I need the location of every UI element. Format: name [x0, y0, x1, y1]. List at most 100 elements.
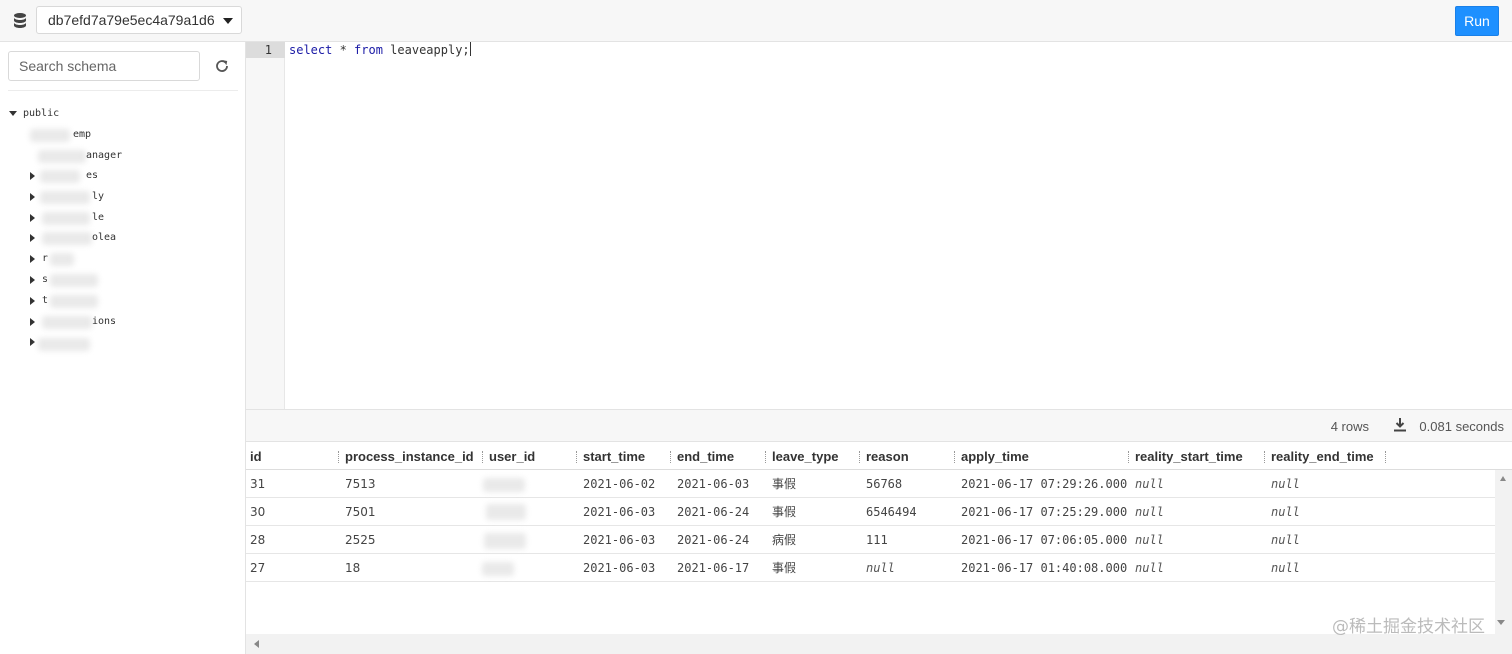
column-resizer[interactable]: [859, 451, 862, 463]
table-label: anager: [86, 150, 123, 161]
column-header-leave-type[interactable]: leave_type: [772, 442, 839, 470]
caret-right-icon[interactable]: [30, 297, 35, 305]
table-item[interactable]: r: [30, 251, 130, 267]
table-label: ly: [92, 191, 105, 202]
cell-reason[interactable]: 56768: [866, 470, 902, 498]
caret-right-icon[interactable]: [30, 318, 35, 326]
cell-reality-end-time[interactable]: null: [1271, 498, 1300, 526]
table-item[interactable]: ions: [30, 314, 130, 330]
column-resizer[interactable]: [1385, 451, 1388, 463]
column-resizer[interactable]: [765, 451, 768, 463]
cell-apply-time[interactable]: 2021-06-17 07:25:29.000: [961, 498, 1128, 526]
scroll-left-icon[interactable]: [254, 640, 259, 648]
sql-editor[interactable]: 1 select * from leaveapply;: [246, 42, 1512, 409]
cell-process-instance-id[interactable]: 2525: [345, 526, 376, 554]
column-header-end-time[interactable]: end_time: [677, 442, 734, 470]
caret-right-icon[interactable]: [30, 214, 35, 222]
table-item[interactable]: t: [30, 293, 130, 309]
cell-reality-end-time[interactable]: null: [1271, 554, 1300, 582]
caret-right-icon[interactable]: [30, 234, 35, 242]
scroll-down-icon[interactable]: [1497, 620, 1505, 625]
column-resizer[interactable]: [576, 451, 579, 463]
code-line[interactable]: select * from leaveapply;: [289, 42, 471, 58]
cell-reality-end-time[interactable]: null: [1271, 526, 1300, 554]
cell-apply-time[interactable]: 2021-06-17 07:06:05.000: [961, 526, 1128, 554]
download-icon[interactable]: [1394, 418, 1406, 432]
cell-start-time[interactable]: 2021-06-03: [583, 498, 655, 526]
cell-end-time[interactable]: 2021-06-03: [677, 470, 749, 498]
caret-right-icon[interactable]: [30, 255, 35, 263]
caret-right-icon[interactable]: [30, 276, 35, 284]
cell-reality-start-time[interactable]: null: [1135, 554, 1164, 582]
cell-reality-start-time[interactable]: null: [1135, 470, 1164, 498]
column-header-id[interactable]: id: [250, 442, 262, 470]
column-resizer[interactable]: [1264, 451, 1267, 463]
table-item[interactable]: [30, 334, 130, 351]
caret-down-icon[interactable]: [9, 111, 17, 116]
scroll-up-icon[interactable]: [1500, 476, 1506, 486]
table-item[interactable]: anager: [30, 148, 130, 164]
cell-start-time[interactable]: 2021-06-03: [583, 554, 655, 582]
column-header-reason[interactable]: reason: [866, 442, 909, 470]
results-status-bar: 4 rows 0.081 seconds: [246, 409, 1512, 442]
cell-end-time[interactable]: 2021-06-24: [677, 498, 749, 526]
table-item[interactable]: ly: [30, 189, 130, 205]
table-item[interactable]: es: [30, 168, 130, 184]
column-resizer[interactable]: [670, 451, 673, 463]
cell-reality-start-time[interactable]: null: [1135, 498, 1164, 526]
cell-leave-type[interactable]: 事假: [772, 498, 796, 526]
cell-id[interactable]: 31: [250, 470, 265, 498]
refresh-icon[interactable]: [214, 58, 230, 74]
column-header-apply-time[interactable]: apply_time: [961, 442, 1029, 470]
redacted-text: [38, 150, 86, 163]
redacted-text: [50, 274, 98, 287]
column-header-user-id[interactable]: user_id: [489, 442, 535, 470]
cell-reason[interactable]: 6546494: [866, 498, 917, 526]
cell-end-time[interactable]: 2021-06-17: [677, 554, 749, 582]
table-item[interactable]: s: [30, 272, 130, 288]
run-button[interactable]: Run: [1455, 6, 1499, 36]
cell-reality-end-time[interactable]: null: [1271, 470, 1300, 498]
column-header-reality-end-time[interactable]: reality_end_time: [1271, 442, 1374, 470]
caret-right-icon[interactable]: [30, 193, 35, 201]
cell-leave-type[interactable]: 病假: [772, 526, 796, 554]
table-item[interactable]: emp: [30, 127, 130, 143]
cell-reason[interactable]: null: [866, 554, 895, 582]
caret-right-icon[interactable]: [30, 338, 35, 346]
search-schema-input[interactable]: [8, 51, 200, 81]
cell-process-instance-id[interactable]: 7501: [345, 498, 376, 526]
cell-reason[interactable]: 111: [866, 526, 888, 554]
cell-id[interactable]: 27: [250, 554, 265, 582]
divider: [8, 90, 238, 91]
cell-apply-time[interactable]: 2021-06-17 07:29:26.000: [961, 470, 1128, 498]
cell-leave-type[interactable]: 事假: [772, 470, 796, 498]
column-resizer[interactable]: [1128, 451, 1131, 463]
cell-id[interactable]: 28: [250, 526, 265, 554]
cell-id[interactable]: 30: [250, 498, 265, 526]
caret-right-icon[interactable]: [30, 172, 35, 180]
cell-start-time[interactable]: 2021-06-03: [583, 526, 655, 554]
column-header-reality-start-time[interactable]: reality_start_time: [1135, 442, 1243, 470]
column-header-start-time[interactable]: start_time: [583, 442, 645, 470]
cell-process-instance-id[interactable]: 18: [345, 554, 360, 582]
column-resizer[interactable]: [954, 451, 957, 463]
table-row[interactable]: 30 7501 2021-06-03 2021-06-24 事假 6546494…: [246, 498, 1512, 526]
table-item[interactable]: le: [30, 210, 130, 226]
cell-start-time[interactable]: 2021-06-02: [583, 470, 655, 498]
table-row[interactable]: 27 18 2021-06-03 2021-06-17 事假 null 2021…: [246, 554, 1512, 582]
horizontal-scrollbar[interactable]: [246, 634, 1512, 654]
code-text: leaveapply;: [382, 43, 470, 57]
column-header-process-instance-id[interactable]: process_instance_id: [345, 442, 474, 470]
cell-process-instance-id[interactable]: 7513: [345, 470, 376, 498]
column-resizer[interactable]: [482, 451, 485, 463]
cell-end-time[interactable]: 2021-06-24: [677, 526, 749, 554]
table-row[interactable]: 28 2525 2021-06-03 2021-06-24 病假 111 202…: [246, 526, 1512, 554]
table-row[interactable]: 31 7513 2021-06-02 2021-06-03 事假 56768 2…: [246, 470, 1512, 498]
vertical-scrollbar[interactable]: [1495, 470, 1512, 634]
cell-reality-start-time[interactable]: null: [1135, 526, 1164, 554]
column-resizer[interactable]: [338, 451, 341, 463]
database-select[interactable]: db7efd7a79e5ec4a79a1d6: [36, 6, 242, 34]
cell-apply-time[interactable]: 2021-06-17 01:40:08.000: [961, 554, 1128, 582]
cell-leave-type[interactable]: 事假: [772, 554, 796, 582]
table-item[interactable]: olea: [30, 230, 130, 246]
